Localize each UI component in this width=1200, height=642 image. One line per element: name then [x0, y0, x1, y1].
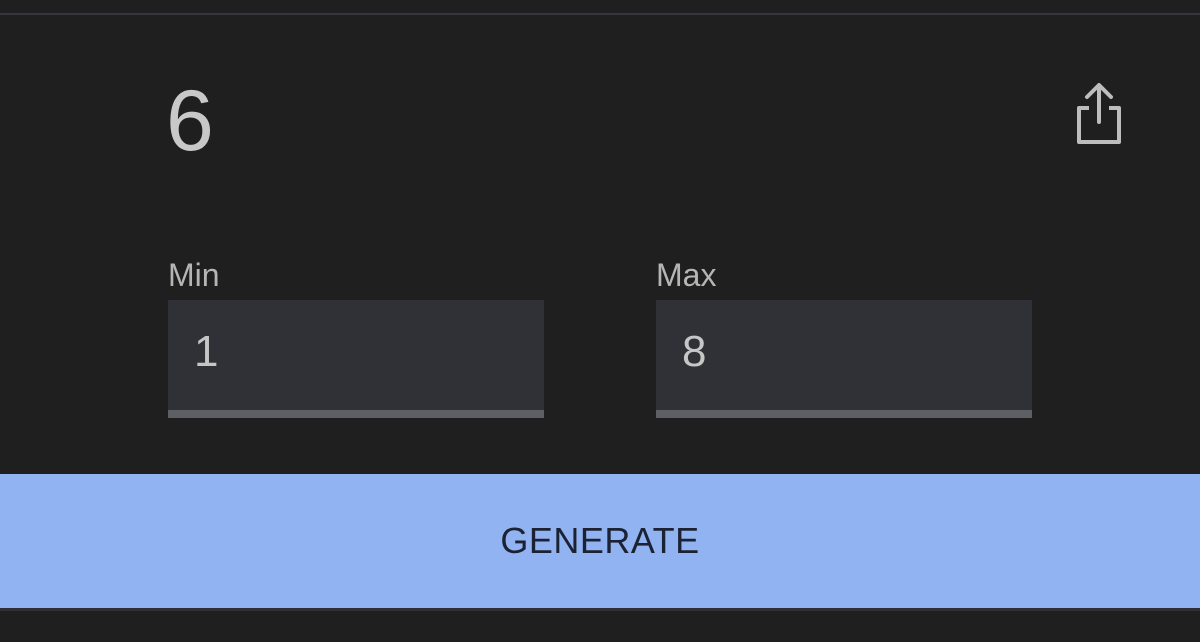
bottom-divider: [0, 608, 1200, 611]
generated-number: 6: [166, 73, 214, 169]
max-value: 8: [682, 327, 707, 376]
share-icon: [1077, 83, 1121, 144]
random-number-generator: 6 Min 1 Max 8 GENERATE: [0, 0, 1200, 642]
min-input[interactable]: 1: [168, 300, 544, 418]
generate-button[interactable]: GENERATE: [0, 474, 1200, 608]
generate-button-label: GENERATE: [500, 520, 700, 561]
max-label: Max: [656, 257, 717, 293]
share-button[interactable]: [1075, 82, 1123, 144]
min-value: 1: [194, 327, 219, 376]
min-label: Min: [168, 257, 220, 293]
max-input[interactable]: 8: [656, 300, 1032, 418]
top-divider: [0, 13, 1200, 15]
